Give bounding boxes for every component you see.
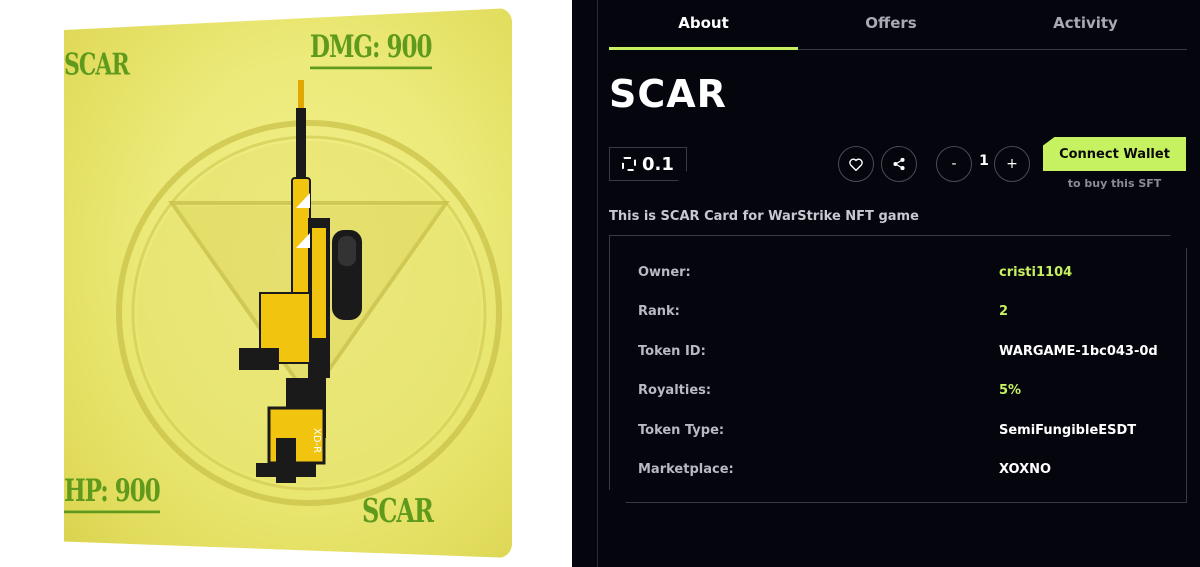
card-name-bottom: SCAR bbox=[362, 490, 434, 531]
detail-value: WARGAME-1bc043-0d bbox=[999, 344, 1158, 359]
detail-value: SemiFungibleESDT bbox=[999, 423, 1137, 438]
connect-wallet-button[interactable]: Connect Wallet bbox=[1043, 137, 1186, 171]
nft-description: This is SCAR Card for WarStrike NFT game bbox=[609, 209, 919, 224]
card-name-top: SCAR bbox=[64, 47, 130, 83]
card-hp: HP: 900 bbox=[64, 473, 161, 514]
tab-about[interactable]: About bbox=[609, 0, 798, 50]
nft-image-panel: XD-R SCAR DMG: 900 HP: 900 SCAR bbox=[0, 0, 572, 567]
detail-label: Rank: bbox=[638, 304, 680, 319]
price-box: 0.1 bbox=[609, 147, 687, 181]
like-button[interactable] bbox=[838, 146, 874, 182]
card-damage: DMG: 900 bbox=[310, 29, 433, 70]
share-icon bbox=[893, 157, 905, 171]
share-button[interactable] bbox=[881, 146, 917, 182]
detail-value: 5% bbox=[999, 383, 1022, 398]
heart-icon bbox=[849, 158, 863, 171]
tab-activity[interactable]: Activity bbox=[984, 0, 1187, 49]
buy-hint: to buy this SFT bbox=[1067, 177, 1162, 190]
detail-label: Owner: bbox=[638, 265, 691, 280]
detail-label: Royalties: bbox=[638, 383, 712, 398]
nft-title: SCAR bbox=[609, 72, 727, 116]
owner-link[interactable]: cristi1104 bbox=[999, 265, 1072, 280]
increase-quantity-button[interactable]: + bbox=[994, 146, 1030, 182]
detail-tabs: About Offers Activity bbox=[609, 0, 1187, 50]
detail-label: Marketplace: bbox=[638, 462, 734, 477]
detail-value: XOXNO bbox=[999, 462, 1052, 477]
decrease-quantity-button[interactable]: - bbox=[936, 146, 972, 182]
panel-divider bbox=[597, 0, 598, 567]
price-value: 0.1 bbox=[642, 153, 674, 175]
detail-label: Token Type: bbox=[638, 423, 725, 438]
panel-gap bbox=[572, 0, 597, 567]
detail-value: 2 bbox=[999, 304, 1009, 319]
detail-label: Token ID: bbox=[638, 344, 706, 359]
quantity-value: 1 bbox=[979, 153, 989, 169]
egld-icon bbox=[622, 157, 636, 171]
nft-details-panel: Owner: cristi1104 Rank: 2 Token ID: WARG… bbox=[609, 235, 1187, 503]
svg-text:XD-R: XD-R bbox=[311, 428, 322, 453]
tab-offers[interactable]: Offers bbox=[798, 0, 984, 49]
